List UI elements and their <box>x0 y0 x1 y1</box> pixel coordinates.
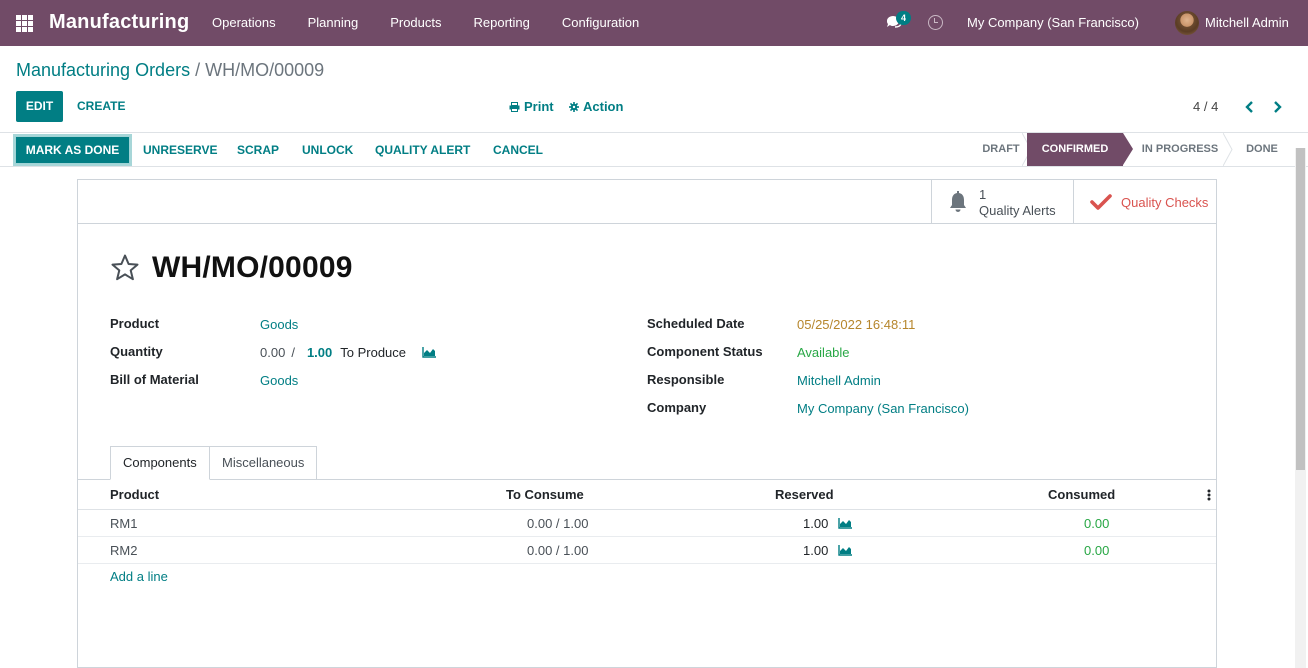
breadcrumb-current: WH/MO/00009 <box>205 60 325 80</box>
tab-miscellaneous[interactable]: Miscellaneous <box>209 446 318 480</box>
component-status-value: Available <box>797 345 850 360</box>
component-status-label: Component Status <box>647 344 763 359</box>
quality-alerts-smart-button[interactable]: 1 Quality Alerts <box>931 180 1073 224</box>
bom-link[interactable]: Goods <box>260 373 298 388</box>
quality-alerts-count: 1 <box>979 187 987 202</box>
form-sheet: 1 Quality Alerts Quality Checks WH/MO/00… <box>77 179 1217 668</box>
record-title: WH/MO/00009 <box>152 251 353 284</box>
company-switcher[interactable]: My Company (San Francisco) <box>967 15 1139 30</box>
bom-label: Bill of Material <box>110 372 199 387</box>
quality-alerts-label: Quality Alerts <box>979 203 1056 218</box>
print-button[interactable]: Print <box>509 91 554 122</box>
column-header-product[interactable]: Product <box>110 487 159 502</box>
action-label: Action <box>583 99 624 114</box>
graph-icon[interactable] <box>422 347 437 358</box>
row-consumed: 0.00 <box>1084 516 1110 531</box>
stage-active-arrow <box>1123 133 1133 165</box>
menu-item-configuration[interactable]: Configuration <box>546 0 655 46</box>
kebab-icon[interactable] <box>1207 489 1211 501</box>
graph-icon[interactable] <box>838 518 852 529</box>
row-product: RM1 <box>110 516 138 531</box>
menu-item-planning[interactable]: Planning <box>292 0 375 46</box>
breadcrumb: Manufacturing Orders / WH/MO/00009 <box>16 60 324 81</box>
quality-alert-button[interactable]: QUALITY ALERT <box>375 136 470 164</box>
app-title[interactable]: Manufacturing <box>49 11 189 34</box>
print-icon <box>509 101 520 112</box>
product-label: Product <box>110 316 160 331</box>
scrollbar-thumb[interactable] <box>1296 148 1305 470</box>
quantity-label: Quantity <box>110 344 163 359</box>
stage-in-progress[interactable]: IN PROGRESS <box>1133 133 1227 166</box>
unreserve-button[interactable]: UNRESERVE <box>143 136 217 164</box>
add-a-line-link[interactable]: Add a line <box>110 569 168 584</box>
responsible-link[interactable]: Mitchell Admin <box>797 373 881 388</box>
column-header-reserved[interactable]: Reserved <box>775 487 834 502</box>
chat-count-badge: 4 <box>896 11 912 25</box>
main-menu: Operations Planning Products Reporting C… <box>196 0 655 46</box>
graph-icon[interactable] <box>838 545 852 556</box>
menu-item-reporting[interactable]: Reporting <box>458 0 546 46</box>
row-product: RM2 <box>110 543 138 558</box>
scrap-button[interactable]: SCRAP <box>237 136 279 164</box>
check-icon <box>1090 194 1112 210</box>
stage-confirmed[interactable]: CONFIRMED <box>1027 133 1123 166</box>
action-button[interactable]: Action <box>569 91 623 122</box>
tab-components[interactable]: Components <box>110 446 210 480</box>
company-link[interactable]: My Company (San Francisco) <box>797 401 969 416</box>
row-reserved-value: 1.00 <box>803 516 829 531</box>
table-row[interactable]: RM1 0.00 / 1.00 1.00 0.00 <box>78 510 1216 537</box>
row-reserved: 1.00 <box>803 543 852 558</box>
row-consumed: 0.00 <box>1084 543 1110 558</box>
to-produce-label: To Produce <box>340 345 407 360</box>
column-header-consumed[interactable]: Consumed <box>1048 487 1115 502</box>
avatar[interactable] <box>1175 11 1199 35</box>
column-header-to-consume[interactable]: To Consume <box>506 487 584 502</box>
gear-icon <box>569 101 579 112</box>
responsible-label: Responsible <box>647 372 725 387</box>
quantity-done: 0.00 <box>260 345 286 360</box>
stage-done[interactable]: DONE <box>1235 133 1289 166</box>
quantity-total[interactable]: 1.00 <box>307 345 332 360</box>
chevron-left-icon[interactable] <box>1243 100 1257 114</box>
mark-as-done-button[interactable]: MARK AS DONE <box>13 134 132 166</box>
smart-button-box: 1 Quality Alerts Quality Checks <box>78 180 1216 224</box>
quantity-field: 0.00 / 1.00 To Produce <box>260 345 437 360</box>
quality-checks-label: Quality Checks <box>1121 195 1209 210</box>
stage-draft[interactable]: DRAFT <box>973 133 1029 166</box>
components-table-header: Product To Consume Reserved Consumed <box>78 480 1216 510</box>
page-scrollbar[interactable] <box>1295 148 1306 668</box>
unlock-button[interactable]: UNLOCK <box>302 136 353 164</box>
row-reserved: 1.00 <box>803 516 852 531</box>
bell-icon <box>950 191 966 212</box>
menu-item-operations[interactable]: Operations <box>196 0 292 46</box>
product-link[interactable]: Goods <box>260 317 298 332</box>
chevron-right-icon[interactable] <box>1270 100 1284 114</box>
quantity-separator: / <box>291 345 295 360</box>
menu-item-products[interactable]: Products <box>374 0 457 46</box>
top-navbar: Manufacturing Operations Planning Produc… <box>0 0 1308 46</box>
row-reserved-value: 1.00 <box>803 543 829 558</box>
form-statusbar: MARK AS DONE UNRESERVE SCRAP UNLOCK QUAL… <box>0 132 1308 167</box>
edit-button[interactable]: EDIT <box>16 91 63 122</box>
print-label: Print <box>524 99 554 114</box>
create-button[interactable]: CREATE <box>77 91 125 122</box>
breadcrumb-separator: / <box>195 60 201 80</box>
row-to-consume: 0.00 / 1.00 <box>527 516 589 531</box>
scheduled-date-value: 05/25/2022 16:48:11 <box>797 317 916 332</box>
star-icon[interactable] <box>110 253 140 283</box>
record-title-row: WH/MO/00009 <box>110 250 353 286</box>
clock-icon[interactable] <box>928 15 943 30</box>
pager-value[interactable]: 4 / 4 <box>1193 91 1218 122</box>
row-to-consume: 0.00 / 1.00 <box>527 543 589 558</box>
cancel-button[interactable]: CANCEL <box>493 136 543 164</box>
quality-checks-smart-button[interactable]: Quality Checks <box>1073 180 1216 224</box>
apps-grid-icon[interactable] <box>16 15 33 32</box>
company-label: Company <box>647 400 707 415</box>
control-panel: EDIT CREATE Print Action 4 / 4 <box>0 91 1308 123</box>
table-row[interactable]: RM2 0.00 / 1.00 1.00 0.00 <box>78 537 1216 564</box>
breadcrumb-parent-link[interactable]: Manufacturing Orders <box>16 60 190 80</box>
scheduled-date-label: Scheduled Date <box>647 316 745 331</box>
stage-separator <box>1223 133 1233 166</box>
user-menu[interactable]: Mitchell Admin <box>1205 15 1289 30</box>
